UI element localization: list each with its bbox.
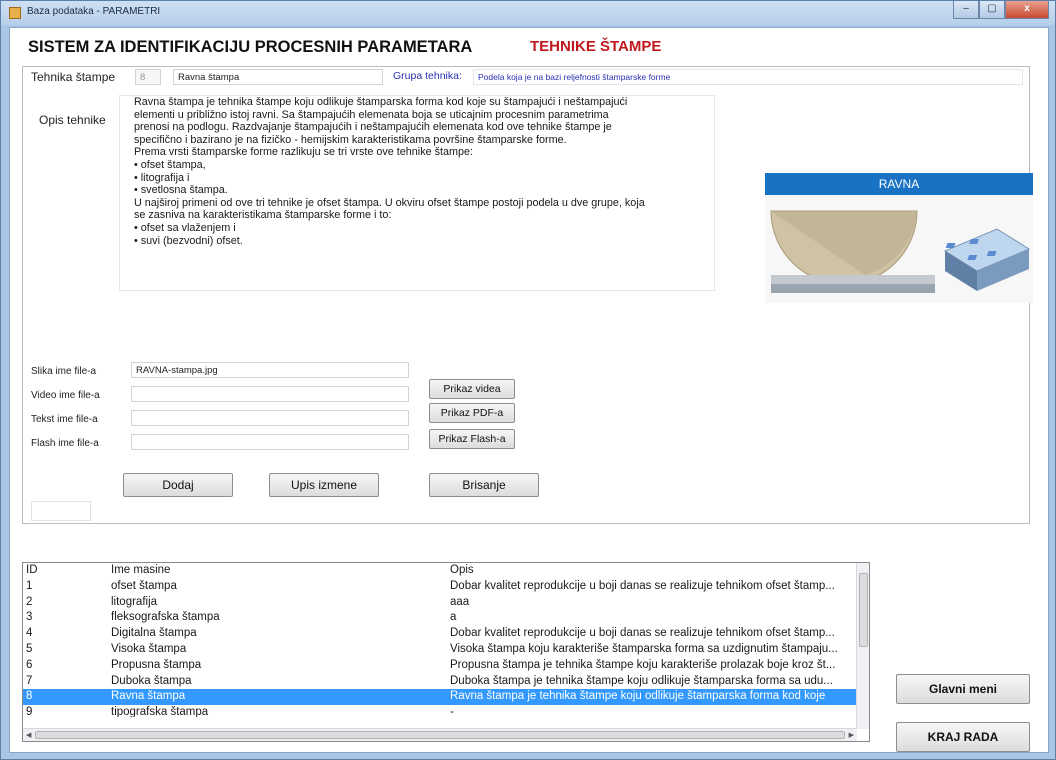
- details-panel: Tehnika štampe 8 Ravna štampa Grupa tehn…: [22, 66, 1033, 524]
- cell-id: 4: [26, 627, 33, 640]
- horizontal-scroll-thumb[interactable]: [35, 731, 845, 739]
- prikaz-pdf-button[interactable]: Prikaz PDF-a: [429, 403, 515, 423]
- app-window: Baza podataka - PARAMETRI – ▢ x SISTEM Z…: [0, 0, 1056, 760]
- app-icon: [9, 7, 21, 19]
- opis-line: Ravna štampa je tehnika štampe koju odli…: [134, 96, 628, 108]
- cell-ime: litografija: [111, 595, 158, 608]
- cell-opis: Dobar kvalitet reprodukcije u boji danas…: [450, 627, 835, 640]
- column-header-opis[interactable]: Opis: [450, 564, 854, 576]
- grupa-field[interactable]: Podela koja je na bazi reljefnosti štamp…: [473, 69, 1023, 85]
- column-header-ime[interactable]: Ime masine: [111, 564, 451, 576]
- printing-press-illustration: [770, 210, 1031, 293]
- slika-label: Slika ime file-a: [31, 366, 97, 377]
- opis-line: se zasniva na karakteristikama štamparsk…: [134, 209, 392, 222]
- page-title: SISTEM ZA IDENTIFIKACIJU PROCESNIH PARAM…: [28, 38, 473, 56]
- title-bar[interactable]: Baza podataka - PARAMETRI – ▢ x: [1, 1, 1055, 25]
- tehnika-id-field[interactable]: 8: [135, 69, 161, 85]
- cell-ime: Visoka štampa: [111, 643, 187, 655]
- table-row[interactable]: 2 litografija aaa: [23, 595, 857, 611]
- scroll-left-icon[interactable]: ◀: [26, 731, 31, 739]
- video-label: Video ime file-a: [31, 390, 100, 401]
- table-row[interactable]: 6 Propusna štampa Propusna štampa je teh…: [23, 658, 857, 674]
- table-row[interactable]: 1 ofset štampa Dobar kvalitet reprodukci…: [23, 579, 857, 595]
- minimize-button[interactable]: –: [953, 1, 979, 19]
- technique-image: RAVNA: [765, 173, 1033, 303]
- table-header: ID Ime masine Opis: [23, 563, 857, 579]
- opis-line: • ofset štampa,: [134, 158, 206, 171]
- vertical-scroll-thumb[interactable]: [859, 573, 868, 647]
- table-row[interactable]: 4 Digitalna štampa Dobar kvalitet reprod…: [23, 626, 857, 642]
- table-row[interactable]: 9 tipografska štampa -: [23, 705, 857, 717]
- prikaz-flash-button[interactable]: Prikaz Flash-a: [429, 429, 515, 449]
- opis-textarea[interactable]: Ravna štampa je tehnika štampe koju odli…: [119, 95, 715, 291]
- close-button[interactable]: x: [1005, 1, 1049, 19]
- dodaj-button[interactable]: Dodaj: [123, 473, 233, 497]
- flash-label: Flash ime file-a: [31, 438, 99, 449]
- grupa-label: Grupa tehnika:: [393, 70, 462, 82]
- cell-ime: Ravna štampa: [111, 690, 186, 703]
- cell-opis: aaa: [450, 595, 470, 608]
- cell-opis: a: [450, 611, 457, 624]
- prikaz-videa-button[interactable]: Prikaz videa: [429, 379, 515, 399]
- cell-id: 7: [26, 674, 33, 687]
- opis-label: Opis tehnike: [39, 113, 106, 127]
- cell-ime: Digitalna štampa: [111, 627, 197, 640]
- tekst-field[interactable]: [131, 410, 409, 426]
- opis-line: Prema vrsti štamparske forme razlikuju s…: [134, 146, 474, 159]
- data-grid[interactable]: ID Ime masine Opis 1 ofset štampa Dobar …: [22, 562, 870, 742]
- video-field[interactable]: [131, 386, 409, 402]
- cell-opis: Visoka štampa koju karakteriše štamparsk…: [450, 643, 838, 655]
- scroll-right-icon[interactable]: ▶: [849, 731, 854, 739]
- slika-field[interactable]: RAVNA-stampa.jpg: [131, 362, 409, 378]
- cell-id: 6: [26, 658, 33, 671]
- cell-ime: tipografska štampa: [111, 706, 209, 718]
- table-row-selected[interactable]: 8 Ravna štampa Ravna štampa je tehnika š…: [23, 689, 857, 706]
- opis-line: • svetlosna štampa.: [134, 184, 228, 197]
- page-subtitle: TEHNIKE ŠTAMPE: [530, 38, 662, 55]
- window-controls: – ▢ x: [953, 1, 1049, 21]
- cell-ime: Propusna štampa: [111, 658, 202, 671]
- opis-line: U najširoj primeni od ove tri tehnike je…: [134, 196, 645, 209]
- cell-id: 3: [26, 611, 33, 624]
- opis-line: • litografija i: [134, 171, 190, 184]
- cell-id: 5: [26, 643, 33, 655]
- opis-line: • ofset sa vlaženjem i: [134, 221, 236, 234]
- tekst-label: Tekst ime file-a: [31, 414, 98, 425]
- form-client-area: SISTEM ZA IDENTIFIKACIJU PROCESNIH PARAM…: [9, 27, 1049, 753]
- cell-opis: Propusna štampa je tehnika štampe koju k…: [450, 658, 836, 671]
- blank-field[interactable]: [31, 501, 91, 521]
- opis-line: • suvi (bezvodni) ofset.: [134, 234, 243, 247]
- tehnika-label: Tehnika štampe: [31, 70, 116, 84]
- image-caption: RAVNA: [765, 173, 1033, 195]
- maximize-button[interactable]: ▢: [979, 1, 1005, 19]
- column-header-id[interactable]: ID: [26, 564, 106, 576]
- table-row[interactable]: 5 Visoka štampa Visoka štampa koju karak…: [23, 642, 857, 658]
- cell-ime: fleksografska štampa: [111, 611, 220, 624]
- glavni-meni-button[interactable]: Glavni meni: [896, 674, 1030, 704]
- cell-ime: Duboka štampa: [111, 674, 192, 687]
- table-row[interactable]: 7 Duboka štampa Duboka štampa je tehnika…: [23, 674, 857, 690]
- upis-izmene-button[interactable]: Upis izmene: [269, 473, 379, 497]
- brisanje-button[interactable]: Brisanje: [429, 473, 539, 497]
- opis-line: prenosi na podlogu. Razdvajanje štampaju…: [134, 121, 612, 134]
- cell-ime: ofset štampa: [111, 579, 177, 592]
- opis-line: specifično i bazirano je na fizičko - he…: [134, 133, 567, 146]
- opis-line: elementi u približno istoj ravni. Sa šta…: [134, 108, 609, 121]
- cell-opis: Ravna štampa je tehnika štampe koju odli…: [450, 690, 826, 703]
- cell-opis: -: [450, 706, 454, 718]
- cell-id: 1: [26, 579, 33, 592]
- cell-id: 2: [26, 595, 33, 608]
- kraj-rada-button[interactable]: KRAJ RADA: [896, 722, 1030, 752]
- cell-id: 8: [26, 690, 33, 703]
- horizontal-scrollbar[interactable]: ◀ ▶: [23, 728, 857, 741]
- table-row[interactable]: 3 fleksografska štampa a: [23, 610, 857, 626]
- tehnika-name-field[interactable]: Ravna štampa: [173, 69, 383, 85]
- cell-opis: Duboka štampa je tehnika štampe koju odl…: [450, 674, 833, 687]
- cell-opis: Dobar kvalitet reprodukcije u boji danas…: [450, 579, 835, 592]
- vertical-scrollbar[interactable]: [856, 563, 869, 729]
- cell-id: 9: [26, 706, 33, 718]
- window-title: Baza podataka - PARAMETRI: [27, 6, 161, 17]
- flash-field[interactable]: [131, 434, 409, 450]
